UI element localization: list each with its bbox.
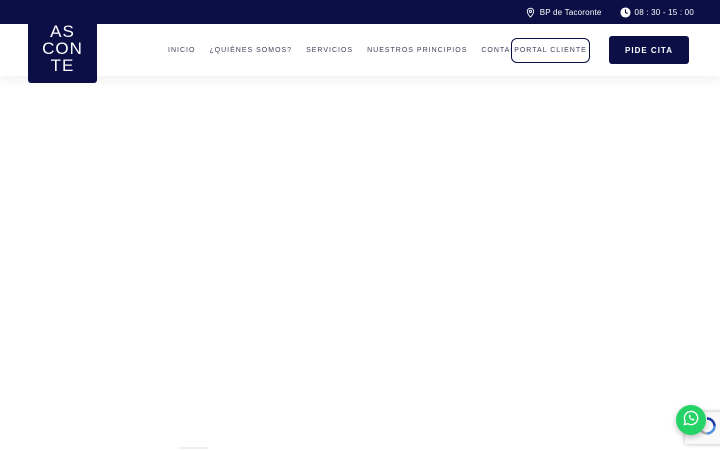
top-bar: BP de Tacoronte 08 : 30 - 15 : 00 xyxy=(0,0,720,24)
nav-item-nuestros-principios[interactable]: NUESTROS PRINCIPIOS xyxy=(367,47,467,54)
whatsapp-chat-button[interactable] xyxy=(676,405,706,435)
location-text: BP de Tacoronte xyxy=(539,7,602,17)
map-pin-icon xyxy=(525,7,536,18)
nav-item-quienes-somos[interactable]: ¿QUIÉNES SOMOS? xyxy=(209,47,292,54)
portal-cliente-button[interactable]: PORTAL CLIENTE xyxy=(511,38,590,63)
nav-item-servicios[interactable]: SERVICIOS xyxy=(306,47,353,54)
site-logo[interactable]: AS CON TE xyxy=(28,14,97,83)
logo-line-2: CON xyxy=(42,39,83,58)
hours-info: 08 : 30 - 15 : 00 xyxy=(620,6,694,18)
logo-line-1: AS xyxy=(50,22,75,41)
divider xyxy=(178,447,208,449)
whatsapp-icon xyxy=(682,409,700,432)
clock-icon xyxy=(620,6,631,18)
location-info[interactable]: BP de Tacoronte xyxy=(525,7,602,18)
hours-text: 08 : 30 - 15 : 00 xyxy=(634,7,694,17)
pide-cita-button[interactable]: PIDE CITA xyxy=(609,36,689,64)
logo-line-3: TE xyxy=(50,56,75,75)
nav-item-inicio[interactable]: INICIO xyxy=(168,47,195,54)
main-navigation: INICIO ¿QUIÉNES SOMOS? SERVICIOS NUESTRO… xyxy=(168,40,528,60)
